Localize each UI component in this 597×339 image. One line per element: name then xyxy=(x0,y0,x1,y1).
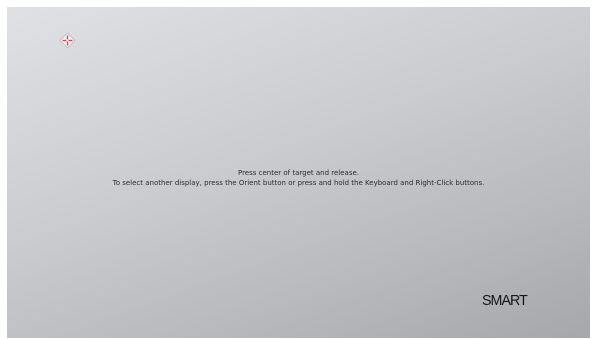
calibration-screen[interactable]: Press center of target and release. To s… xyxy=(7,7,590,338)
calibration-target-icon[interactable] xyxy=(59,32,76,49)
calibration-instructions: Press center of target and release. To s… xyxy=(7,168,590,188)
instruction-line-1: Press center of target and release. xyxy=(237,169,360,177)
instruction-line-2: To select another display, press the Ori… xyxy=(112,179,485,187)
smart-logo: SMART xyxy=(482,292,528,309)
